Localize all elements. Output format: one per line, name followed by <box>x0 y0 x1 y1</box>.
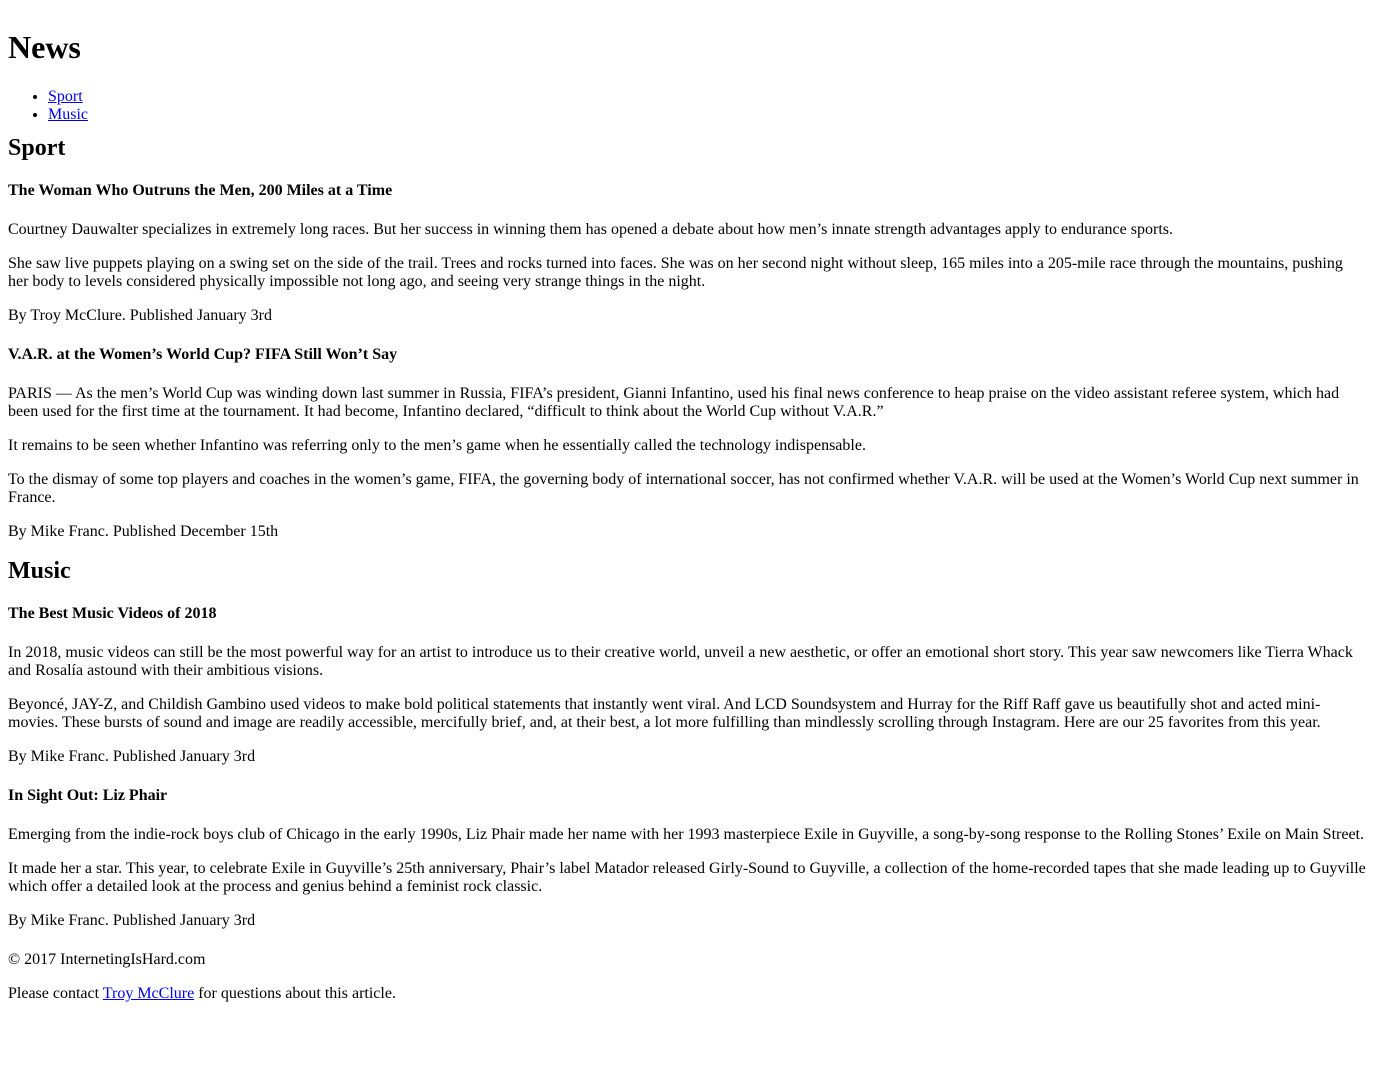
section-sport: Sport The Woman Who Outruns the Men, 200… <box>8 134 1366 541</box>
article-byline: By Troy McClure. Published January 3rd <box>8 307 272 324</box>
article-paragraph: It remains to be seen whether Infantino … <box>8 437 866 454</box>
contact-link[interactable]: Troy McClure <box>103 985 194 1002</box>
article-paragraph: In 2018, music videos can still be the m… <box>8 644 1353 679</box>
nav-link-music[interactable]: Music <box>48 106 88 123</box>
page-footer: © 2017 InternetingIsHard.com Please cont… <box>8 951 1366 1003</box>
article-paragraph: It made her a star. This year, to celebr… <box>8 860 1366 895</box>
article-paragraph: PARIS — As the men’s World Cup was windi… <box>8 385 1340 420</box>
article: The Woman Who Outruns the Men, 200 Miles… <box>8 182 1366 325</box>
article-paragraph: She saw live puppets playing on a swing … <box>8 255 1343 290</box>
contact-suffix: for questions about this article. <box>194 985 396 1002</box>
article-paragraph: Beyoncé, JAY-Z, and Childish Gambino use… <box>8 696 1321 731</box>
article-title: The Woman Who Outruns the Men, 200 Miles… <box>8 182 393 199</box>
contact-prefix: Please contact <box>8 985 103 1002</box>
article-title: V.A.R. at the Women’s World Cup? FIFA St… <box>8 346 398 363</box>
nav-item-music: Music <box>48 106 1366 124</box>
article-byline: By Mike Franc. Published January 3rd <box>8 748 256 765</box>
article-byline: By Mike Franc. Published December 15th <box>8 523 279 540</box>
article-byline: By Mike Franc. Published January 3rd <box>8 912 256 929</box>
section-heading-sport: Sport <box>8 135 66 161</box>
copyright-notice: © 2017 InternetingIsHard.com <box>8 951 206 968</box>
article: V.A.R. at the Women’s World Cup? FIFA St… <box>8 346 1366 541</box>
contact-line: Please contact Troy McClure for question… <box>8 985 1366 1003</box>
section-nav: Sport Music <box>8 88 1366 124</box>
section-heading-music: Music <box>8 558 71 584</box>
article-paragraph: Emerging from the indie-rock boys club o… <box>8 826 1364 843</box>
nav-item-sport: Sport <box>48 88 1366 106</box>
nav-link-sport[interactable]: Sport <box>48 88 83 105</box>
article-paragraph: To the dismay of some top players and co… <box>8 471 1359 506</box>
article-title: The Best Music Videos of 2018 <box>8 605 217 622</box>
article-title: In Sight Out: Liz Phair <box>8 787 168 804</box>
article-paragraph: Courtney Dauwalter specializes in extrem… <box>8 221 1173 238</box>
article: In Sight Out: Liz Phair Emerging from th… <box>8 787 1366 930</box>
page-title: News <box>8 29 81 65</box>
section-music: Music The Best Music Videos of 2018 In 2… <box>8 557 1366 930</box>
article: The Best Music Videos of 2018 In 2018, m… <box>8 605 1366 766</box>
